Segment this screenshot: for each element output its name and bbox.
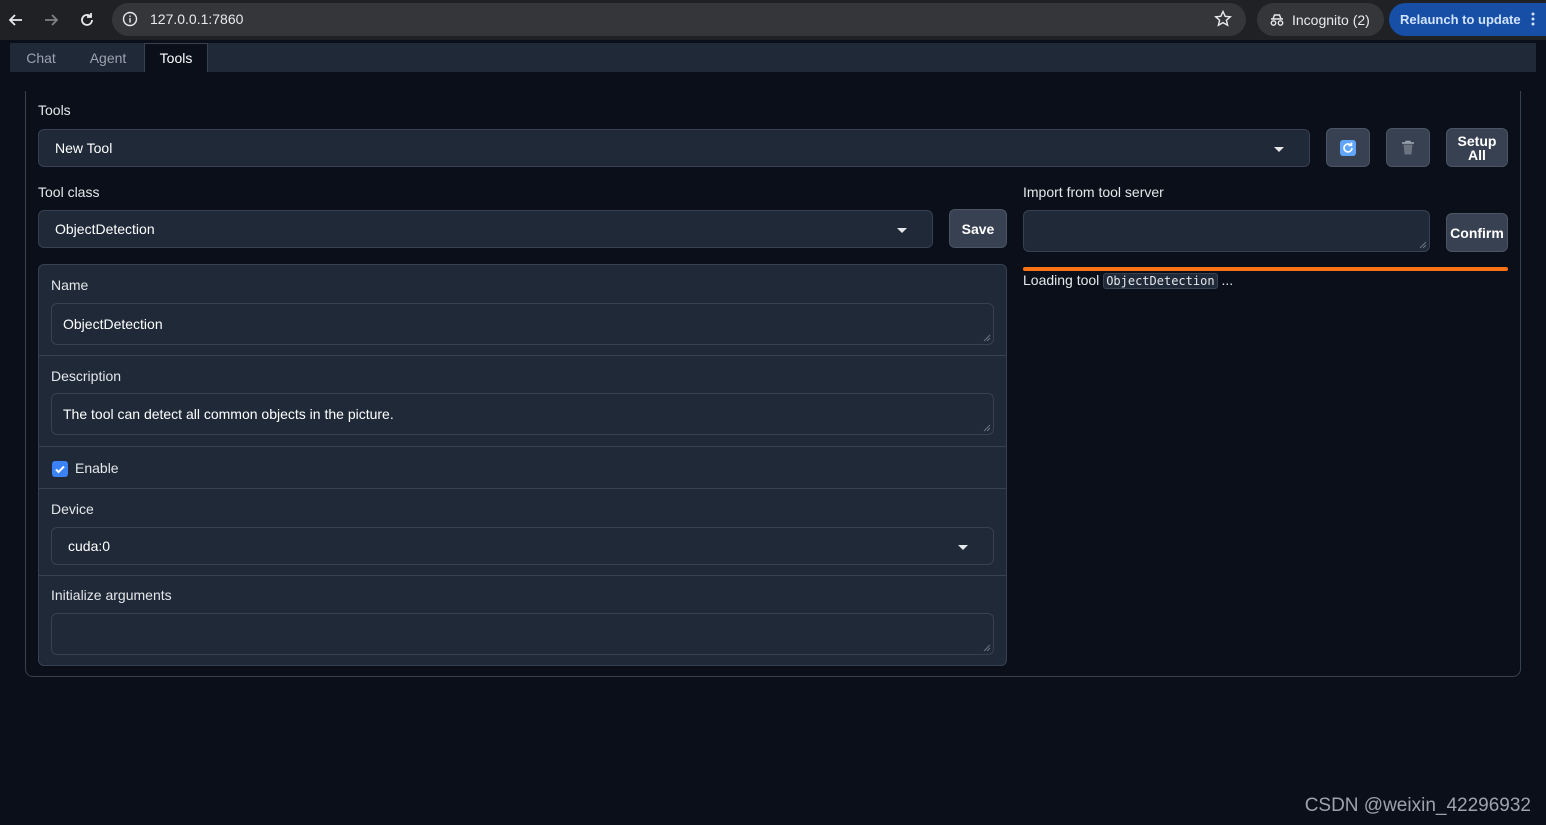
relaunch-button[interactable]: Relaunch to update	[1389, 3, 1546, 36]
incognito-indicator[interactable]: Incognito (2)	[1257, 3, 1384, 36]
delete-button[interactable]	[1386, 128, 1430, 167]
description-label: Description	[51, 368, 122, 384]
trash-icon	[1402, 140, 1414, 154]
init-args-section: Initialize arguments	[39, 576, 1006, 665]
description-section: Description The tool can detect all comm…	[39, 356, 1006, 447]
device-value: cuda:0	[68, 538, 111, 554]
tool-class-dropdown[interactable]: ObjectDetection	[38, 210, 933, 248]
tool-class-value: ObjectDetection	[55, 221, 155, 237]
resize-handle-icon[interactable]	[983, 334, 991, 342]
more-menu-icon[interactable]	[1530, 11, 1536, 27]
setup-all-button[interactable]: Setup All	[1446, 128, 1508, 167]
tools-label: Tools	[38, 102, 71, 118]
description-field[interactable]: The tool can detect all common objects i…	[51, 393, 994, 435]
tools-dropdown-value: New Tool	[55, 140, 113, 156]
device-dropdown[interactable]: cuda:0	[51, 527, 994, 565]
tab-agent[interactable]: Agent	[76, 43, 140, 72]
refresh-button[interactable]	[1326, 128, 1370, 167]
check-icon	[55, 465, 65, 474]
incognito-label: Incognito (2)	[1292, 12, 1370, 28]
resize-handle-icon[interactable]	[983, 424, 991, 432]
incognito-icon	[1269, 12, 1285, 28]
name-label: Name	[51, 277, 89, 293]
name-field[interactable]: ObjectDetection	[51, 303, 994, 345]
tab-tools[interactable]: Tools	[144, 43, 208, 72]
tools-dropdown[interactable]: New Tool	[38, 129, 1310, 167]
import-input[interactable]	[1023, 210, 1430, 252]
tab-chat[interactable]: Chat	[10, 43, 72, 72]
reload-icon[interactable]	[75, 8, 99, 32]
name-section: Name ObjectDetection	[39, 265, 1006, 356]
description-value: The tool can detect all common objects i…	[63, 406, 394, 422]
name-value: ObjectDetection	[63, 316, 163, 332]
bookmark-star-icon[interactable]	[1214, 9, 1232, 28]
resize-handle-icon[interactable]	[1419, 241, 1427, 249]
address-bar[interactable]: 127.0.0.1:7860	[112, 3, 1246, 36]
chevron-down-icon	[958, 545, 968, 550]
url-text: 127.0.0.1:7860	[150, 11, 244, 27]
back-icon[interactable]	[4, 8, 28, 32]
enable-checkbox[interactable]	[52, 461, 68, 477]
refresh-icon	[1340, 139, 1356, 156]
forward-icon[interactable]	[39, 8, 63, 32]
browser-toolbar: 127.0.0.1:7860 Incognito (2) Relaunch to…	[0, 0, 1546, 40]
loading-suffix: ...	[1221, 272, 1234, 288]
init-args-field[interactable]	[51, 613, 994, 655]
relaunch-label: Relaunch to update	[1400, 12, 1521, 27]
enable-label: Enable	[75, 460, 119, 476]
confirm-button[interactable]: Confirm	[1446, 213, 1508, 252]
resize-handle-icon[interactable]	[983, 644, 991, 652]
init-args-label: Initialize arguments	[51, 587, 172, 603]
site-info-icon[interactable]	[122, 11, 138, 27]
device-label: Device	[51, 501, 94, 517]
loading-tool-name: ObjectDetection	[1103, 273, 1218, 289]
save-button[interactable]: Save	[949, 209, 1007, 248]
tool-class-label: Tool class	[38, 184, 100, 200]
tab-bar: Chat Agent Tools	[10, 43, 1536, 72]
chevron-down-icon	[897, 228, 907, 233]
loading-progress-bar	[1023, 267, 1508, 271]
import-label: Import from tool server	[1023, 184, 1164, 200]
loading-prefix: Loading tool	[1023, 272, 1100, 288]
loading-status: Loading tool ObjectDetection ...	[1023, 272, 1234, 289]
enable-section: Enable	[39, 447, 1006, 489]
watermark: CSDN @weixin_42296932	[1304, 795, 1531, 816]
chevron-down-icon	[1274, 147, 1284, 152]
device-section: Device cuda:0	[39, 489, 1006, 576]
tool-form: Name ObjectDetection Description The too…	[38, 264, 1007, 666]
